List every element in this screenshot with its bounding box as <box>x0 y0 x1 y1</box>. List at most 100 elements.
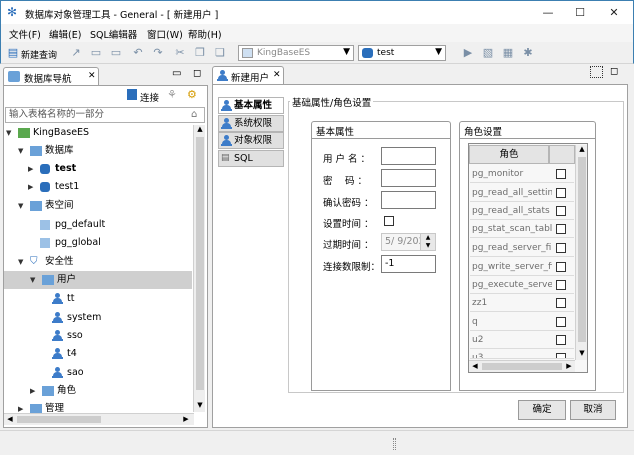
tab-database-navigator[interactable]: 数据库导航 ✕ <box>3 67 99 85</box>
connect-button[interactable]: 连接 <box>140 90 159 104</box>
menu-file[interactable]: 文件(F) <box>9 27 41 41</box>
side-tab-object-privileges[interactable]: 对象权限 <box>218 132 284 149</box>
explain-icon[interactable]: ▧ <box>481 46 495 60</box>
role-checkbox[interactable] <box>556 224 566 234</box>
role-checkbox[interactable] <box>556 280 566 290</box>
role-checkbox[interactable] <box>556 335 566 345</box>
side-tab-sql[interactable]: ▤ SQL <box>218 150 284 167</box>
role-row[interactable]: pg_execute_server_program <box>470 276 574 294</box>
ok-button[interactable]: 确定 <box>518 400 566 420</box>
server-combo[interactable]: KingBaseES ▼ <box>238 45 354 61</box>
new-query-button[interactable]: 新建查询 <box>21 48 57 61</box>
scroll-up-arrow-icon[interactable]: ▲ <box>577 145 587 153</box>
maximize-view-icon[interactable]: ◻ <box>193 68 201 79</box>
scrollbar-thumb[interactable] <box>196 137 204 390</box>
role-column-header[interactable]: 角色 <box>469 145 549 164</box>
database-combo[interactable]: test ▼ <box>358 45 446 61</box>
role-checkbox[interactable] <box>556 188 566 198</box>
side-tab-basic-properties[interactable]: 基本属性 <box>218 97 284 114</box>
role-row[interactable]: u3 <box>470 349 574 359</box>
role-checkbox[interactable] <box>556 206 566 216</box>
role-checkbox[interactable] <box>556 353 566 358</box>
role-checkbox-column-header <box>549 145 575 164</box>
restore-view-icon[interactable] <box>590 66 603 78</box>
spin-down-icon[interactable]: ▼ <box>423 242 433 249</box>
cut-icon[interactable]: ✂ <box>173 46 187 60</box>
side-tab-system-privileges[interactable]: 系统权限 <box>218 115 284 132</box>
role-row[interactable]: q <box>470 313 574 331</box>
tree-item-label: 用户 <box>57 274 77 285</box>
navigator-vertical-scrollbar[interactable]: ▲ ▼ <box>193 125 205 412</box>
table-filter-input[interactable]: 输入表格名称的一部分 <box>5 107 205 123</box>
maximize-view-icon[interactable]: ◻ <box>610 66 618 77</box>
role-grid-horizontal-scrollbar[interactable]: ◀ ▶ <box>469 360 575 372</box>
collapse-arrow-icon[interactable]: ▶ <box>28 160 33 178</box>
collapse-arrow-icon[interactable]: ▶ <box>30 382 35 400</box>
scrollbar-thumb[interactable] <box>578 157 586 342</box>
role-name: pg_monitor <box>472 169 524 179</box>
scroll-up-arrow-icon[interactable]: ▲ <box>195 125 205 133</box>
disconnect-icon[interactable]: ⚘ <box>167 88 177 101</box>
menu-help[interactable]: 帮助(H) <box>188 27 222 41</box>
minimize-view-icon[interactable]: ▭ <box>172 68 181 79</box>
role-row[interactable]: pg_stat_scan_tables <box>470 220 574 238</box>
collapse-arrow-icon[interactable]: ▶ <box>28 178 33 196</box>
expand-arrow-icon[interactable]: ▼ <box>30 271 35 289</box>
undo-icon[interactable]: ↶ <box>131 46 145 60</box>
connection-limit-input[interactable]: -1 <box>381 255 436 273</box>
date-spinner[interactable]: ▲ ▼ <box>420 234 435 250</box>
spin-up-icon[interactable]: ▲ <box>423 234 433 241</box>
scroll-down-arrow-icon[interactable]: ▼ <box>195 401 205 409</box>
navigator-horizontal-scrollbar[interactable]: ◀ ▶ <box>4 413 194 425</box>
expand-arrow-icon[interactable]: ▼ <box>18 197 23 215</box>
password-input[interactable] <box>381 169 436 187</box>
role-row[interactable]: u2 <box>470 331 574 349</box>
expand-arrow-icon[interactable]: ▼ <box>18 142 23 160</box>
expand-arrow-icon[interactable]: ▼ <box>18 253 23 271</box>
debug-icon[interactable]: ✱ <box>521 46 535 60</box>
role-row[interactable]: pg_read_all_settings <box>470 184 574 202</box>
scrollbar-thumb[interactable] <box>482 363 562 370</box>
menu-sql-editor[interactable]: SQL编辑器 <box>90 27 137 41</box>
copy-icon[interactable]: ❐ <box>193 46 207 60</box>
scroll-right-arrow-icon[interactable]: ▶ <box>181 415 191 423</box>
close-icon[interactable]: ✕ <box>88 71 96 81</box>
scroll-left-arrow-icon[interactable]: ◀ <box>5 415 15 423</box>
set-time-checkbox[interactable] <box>384 216 394 226</box>
print-icon[interactable]: ▭ <box>109 46 123 60</box>
format-icon[interactable]: ▦ <box>501 46 515 60</box>
role-checkbox[interactable] <box>556 262 566 272</box>
paste-icon[interactable]: ❏ <box>213 46 227 60</box>
menu-window[interactable]: 窗口(W) <box>147 27 183 41</box>
role-checkbox[interactable] <box>556 243 566 253</box>
maximize-button[interactable]: ☐ <box>565 4 595 22</box>
confirm-password-input[interactable] <box>381 191 436 209</box>
role-row[interactable]: pg_read_all_stats <box>470 202 574 220</box>
tab-new-user[interactable]: 新建用户 ✕ <box>212 66 284 84</box>
scroll-down-arrow-icon[interactable]: ▼ <box>577 349 587 357</box>
expand-arrow-icon[interactable]: ▼ <box>6 124 11 142</box>
open-icon[interactable]: ↗ <box>69 46 83 60</box>
run-icon[interactable]: ▶ <box>461 46 475 60</box>
role-grid-vertical-scrollbar[interactable]: ▲ ▼ <box>575 145 587 360</box>
role-row[interactable]: zz1 <box>470 294 574 312</box>
redo-icon[interactable]: ↷ <box>151 46 165 60</box>
save-icon[interactable]: ▭ <box>89 46 103 60</box>
cancel-button[interactable]: 取消 <box>570 400 616 420</box>
close-icon[interactable]: ✕ <box>273 70 281 80</box>
username-input[interactable] <box>381 147 436 165</box>
role-row[interactable]: pg_monitor <box>470 165 574 183</box>
close-button[interactable]: ✕ <box>599 4 629 22</box>
refresh-icon[interactable]: ⚙ <box>187 88 197 101</box>
role-checkbox[interactable] <box>556 298 566 308</box>
tree-item-label: t4 <box>67 348 77 359</box>
menu-edit[interactable]: 编辑(E) <box>49 27 81 41</box>
minimize-button[interactable]: — <box>533 4 563 22</box>
scrollbar-thumb[interactable] <box>17 416 101 423</box>
scroll-left-arrow-icon[interactable]: ◀ <box>470 362 480 370</box>
role-row[interactable]: pg_read_server_files <box>470 239 574 257</box>
role-checkbox[interactable] <box>556 169 566 179</box>
role-checkbox[interactable] <box>556 317 566 327</box>
role-row[interactable]: pg_write_server_files <box>470 258 574 276</box>
scroll-right-arrow-icon[interactable]: ▶ <box>564 362 574 370</box>
